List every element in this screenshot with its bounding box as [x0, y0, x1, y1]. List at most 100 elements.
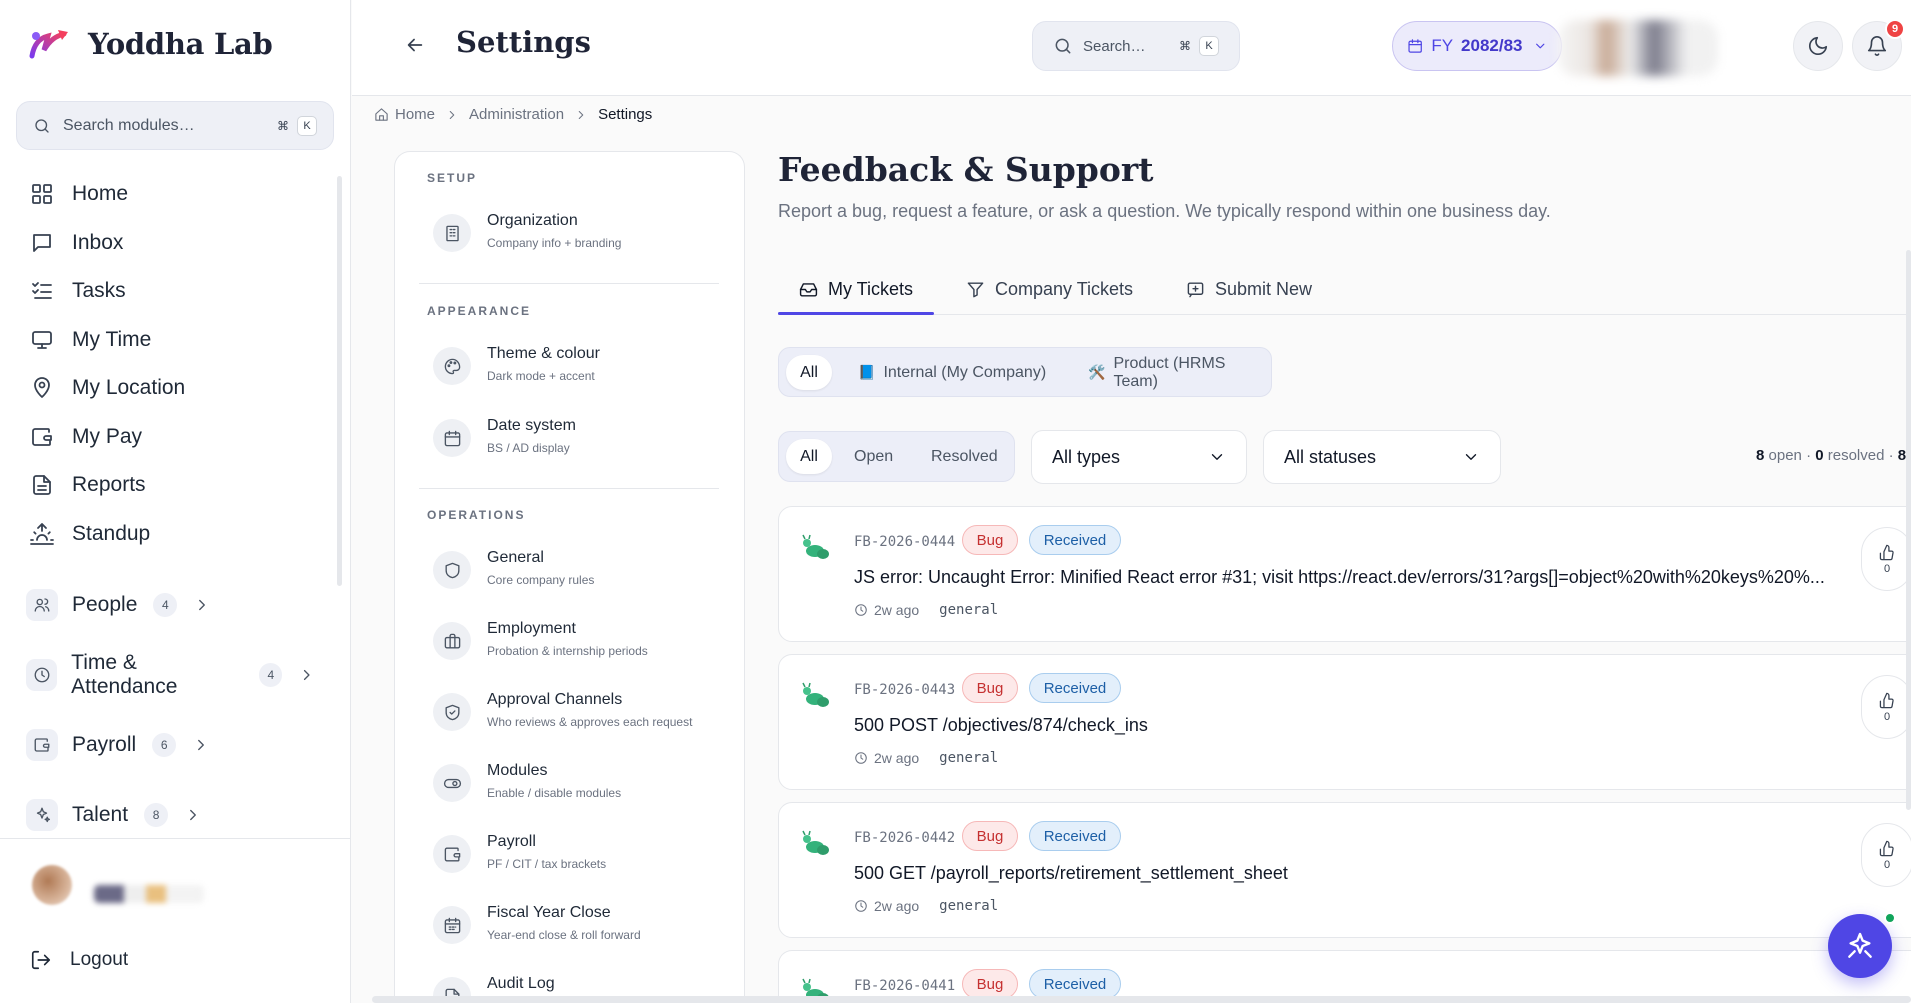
settings-item-fiscal-year-close[interactable]: Fiscal Year Close Year-end close & roll f… [433, 904, 733, 962]
sidebar-item-my-location[interactable]: My Location [30, 364, 330, 413]
open-label: open [1768, 447, 1802, 464]
chevron-right-icon [304, 669, 311, 681]
settings-item-general[interactable]: General Core company rules [433, 549, 733, 607]
settings-item-organization[interactable]: Organization Company info + branding [433, 212, 733, 270]
breadcrumb-home[interactable]: Home [395, 106, 435, 123]
type-badge: Bug [962, 821, 1018, 851]
sidebar-item-inbox[interactable]: Inbox [30, 219, 330, 268]
ticket-card[interactable]: FB-2026-0444 Bug Received JS error: Unca… [778, 506, 1911, 642]
settings-item-title: Employment [487, 620, 576, 637]
support-chat-button[interactable] [1828, 914, 1892, 978]
sidebar-item-home[interactable]: Home [30, 170, 330, 219]
sidebar-scrollbar[interactable] [337, 176, 342, 586]
resolved-count: 0 [1815, 447, 1824, 464]
divider [419, 488, 719, 489]
upvote-button[interactable]: 0 [1861, 675, 1911, 739]
sidebar-item-my-time[interactable]: My Time [30, 316, 330, 365]
sidebar-group-count: 4 [153, 593, 178, 617]
notifications-button[interactable]: 9 [1852, 19, 1905, 71]
settings-item-employment[interactable]: Employment Probation & internship periods [433, 620, 733, 678]
logout-button[interactable]: Logout [30, 949, 128, 971]
online-status-dot [1884, 912, 1896, 924]
ticket-title[interactable]: 500 POST /objectives/874/check_ins [854, 715, 1911, 736]
scope-internal[interactable]: 📘 Internal (My Company) [846, 355, 1058, 390]
sidebar-item-standup[interactable]: Standup [30, 510, 330, 559]
sidebar-group-people[interactable]: People 4 [26, 583, 316, 627]
support-bot-icon [1848, 932, 1872, 958]
status-select[interactable]: All statuses [1263, 430, 1501, 484]
ticket-id: FB-2026-0443 [854, 682, 956, 698]
status-select-value: All statuses [1284, 446, 1377, 467]
upvote-button[interactable]: 0 [1861, 527, 1911, 591]
back-button[interactable] [404, 34, 426, 56]
settings-item-title: Fiscal Year Close [487, 904, 611, 921]
sidebar-nav: Home Inbox Tasks My Time My Location My … [30, 170, 330, 558]
ticket-id: FB-2026-0442 [854, 830, 956, 846]
sidebar-group-time-attendance[interactable]: Time & Attendance 4 [26, 651, 316, 698]
type-select[interactable]: All types [1031, 430, 1247, 484]
shortcut-k: K [297, 115, 317, 136]
calendar-icon [1408, 39, 1422, 53]
sparkles-icon [26, 799, 58, 831]
sidebar-item-tasks[interactable]: Tasks [30, 267, 330, 316]
calendar-grid-icon [433, 906, 471, 944]
toggle-icon [433, 764, 471, 802]
status-resolved[interactable]: Resolved [919, 439, 1010, 474]
fiscal-year-selector[interactable]: FY 2082/83 [1392, 21, 1562, 71]
brand-name: Yoddha Lab [88, 27, 273, 61]
active-tab-indicator [778, 312, 934, 315]
calendar-icon [433, 419, 471, 457]
ticket-title[interactable]: JS error: Uncaught Error: Minified React… [854, 567, 1854, 588]
vote-count: 0 [1883, 710, 1891, 723]
sidebar-group-talent[interactable]: Talent 8 [26, 793, 316, 837]
content-scrollbar[interactable] [1906, 250, 1911, 810]
upvote-button[interactable]: 0 [1861, 823, 1911, 887]
chevron-down-icon [1465, 454, 1477, 460]
status-badge: Received [1029, 673, 1121, 703]
status-open[interactable]: Open [842, 439, 905, 474]
sidebar-item-my-pay[interactable]: My Pay [30, 413, 330, 462]
sidebar-group-payroll[interactable]: Payroll 6 [26, 723, 316, 767]
ticket-age: 2w ago [874, 898, 920, 914]
wallet-icon [32, 427, 52, 446]
scope-product[interactable]: 🛠️ Product (HRMS Team) [1076, 355, 1271, 390]
sidebar-group-label: Talent [72, 803, 129, 826]
module-search-placeholder: Search modules… [63, 116, 195, 134]
arrow-left-icon [407, 38, 423, 52]
settings-item-title: Approval Channels [487, 691, 623, 708]
settings-item-modules[interactable]: Modules Enable / disable modules [433, 762, 733, 820]
theme-toggle-button[interactable] [1793, 21, 1843, 71]
sidebar-item-reports[interactable]: Reports [30, 461, 330, 510]
scope-all[interactable]: All [786, 355, 832, 390]
chevron-right-icon [198, 739, 205, 751]
avatar[interactable] [32, 865, 72, 905]
type-select-value: All types [1052, 446, 1121, 467]
tab-my-tickets[interactable]: My Tickets [799, 263, 913, 315]
settings-item-theme-colour[interactable]: Theme & colour Dark mode + accent [433, 345, 733, 403]
ticket-card[interactable]: FB-2026-0443 Bug Received 500 POST /obje… [778, 654, 1911, 790]
brand[interactable]: Yoddha Lab [28, 26, 273, 62]
settings-item-payroll[interactable]: Payroll PF / CIT / tax brackets [433, 833, 733, 891]
tab-company-tickets[interactable]: Company Tickets [966, 263, 1133, 315]
tab-submit-new[interactable]: Submit New [1186, 263, 1312, 315]
settings-item-desc: Core company rules [487, 573, 595, 587]
horizontal-scrollbar[interactable] [372, 996, 1911, 1003]
settings-item-approval-channels[interactable]: Approval Channels Who reviews & approves … [433, 691, 733, 749]
profile-menu-redacted[interactable] [1558, 20, 1718, 76]
ticket-card[interactable]: FB-2026-0442 Bug Received 500 GET /payro… [778, 802, 1911, 938]
divider [419, 283, 719, 284]
ticket-id: FB-2026-0444 [854, 534, 956, 550]
module-search-input[interactable]: Search modules… ⌘ K [16, 101, 334, 150]
settings-item-title: Theme & colour [487, 345, 600, 362]
global-search-input[interactable]: Search… ⌘ K [1032, 21, 1240, 71]
sidebar-item-label: Standup [72, 521, 151, 545]
tab-label: Company Tickets [995, 278, 1134, 299]
separator: · [1888, 447, 1894, 464]
breadcrumb-administration[interactable]: Administration [469, 106, 564, 123]
ticket-title[interactable]: 500 GET /payroll_reports/retirement_sett… [854, 863, 1911, 884]
status-all[interactable]: All [786, 439, 832, 474]
vote-count: 0 [1883, 562, 1891, 575]
vote-count: 0 [1883, 858, 1891, 871]
settings-item-date-system[interactable]: Date system BS / AD display [433, 417, 733, 475]
shortcut-k: K [1199, 36, 1219, 56]
